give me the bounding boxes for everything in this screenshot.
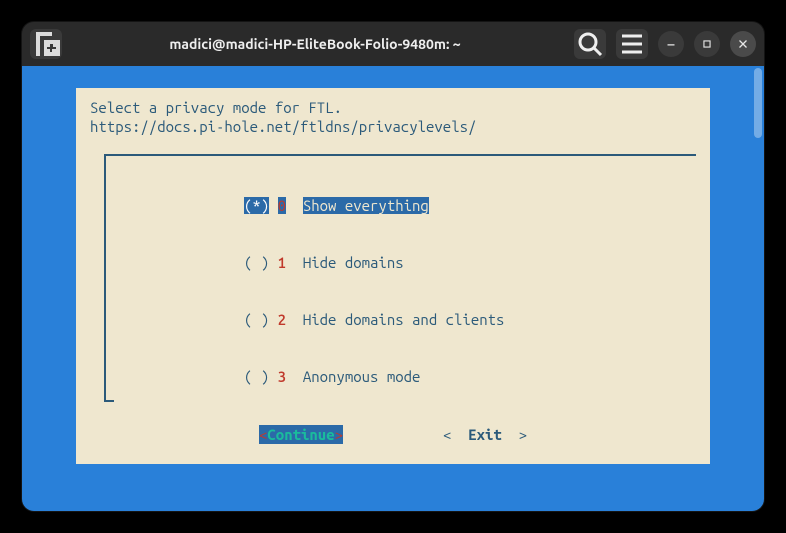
terminal-area: Select a privacy mode for FTL. https://d… xyxy=(22,66,764,511)
radio-indicator: ( ) xyxy=(244,368,269,385)
terminal-window: madici@madici-HP-EliteBook-Folio-9480m: … xyxy=(22,22,764,511)
radio-option-list: (*) 0 Show everything ( ) 1 Hide domains… xyxy=(244,158,504,424)
hamburger-icon xyxy=(616,28,648,60)
exit-button-label: Exit xyxy=(468,426,502,443)
maximize-button[interactable] xyxy=(694,31,720,57)
window-title: madici@madici-HP-EliteBook-Folio-9480m: … xyxy=(68,36,562,52)
radio-indicator: ( ) xyxy=(244,311,269,328)
option-number: 3 xyxy=(278,368,286,385)
angle-right-icon: > xyxy=(335,426,343,443)
option-number: 2 xyxy=(278,311,286,328)
maximize-icon xyxy=(700,37,714,51)
frame-border-top xyxy=(104,154,696,156)
dialog-button-row: <Continue> < Exit > xyxy=(76,425,710,444)
option-3[interactable]: ( ) 3 Anonymous mode xyxy=(244,367,504,386)
frame-border-left xyxy=(104,154,106,402)
menu-button[interactable] xyxy=(616,29,648,59)
option-label: Show everything xyxy=(303,197,429,214)
scrollbar-thumb[interactable] xyxy=(754,68,762,138)
search-icon xyxy=(574,28,606,60)
continue-button-label: Continue xyxy=(267,426,334,443)
close-button[interactable] xyxy=(730,31,756,57)
radio-indicator: ( ) xyxy=(244,254,269,271)
option-number: 0 xyxy=(278,197,286,214)
titlebar: madici@madici-HP-EliteBook-Folio-9480m: … xyxy=(22,22,764,66)
new-tab-icon xyxy=(30,28,62,60)
option-label: Anonymous mode xyxy=(303,368,421,385)
radio-indicator: (*) xyxy=(244,197,269,214)
search-button[interactable] xyxy=(574,29,606,59)
dialog-prompt-line1: Select a privacy mode for FTL. xyxy=(90,98,696,117)
frame-border-notch xyxy=(104,400,114,402)
continue-button[interactable]: <Continue> xyxy=(259,425,343,444)
exit-button[interactable]: < Exit > xyxy=(443,425,527,444)
minimize-button[interactable] xyxy=(658,31,684,57)
new-tab-button[interactable] xyxy=(30,29,62,59)
whiptail-dialog: Select a privacy mode for FTL. https://d… xyxy=(76,88,710,464)
minimize-icon xyxy=(664,37,678,51)
option-label: Hide domains xyxy=(303,254,404,271)
close-icon xyxy=(736,37,750,51)
option-label: Hide domains and clients xyxy=(303,311,505,328)
dialog-prompt-line2: https://docs.pi-hole.net/ftldns/privacyl… xyxy=(90,117,696,136)
option-1[interactable]: ( ) 1 Hide domains xyxy=(244,253,504,272)
scrollbar[interactable] xyxy=(752,68,762,509)
option-0[interactable]: (*) 0 Show everything xyxy=(244,196,504,215)
option-2[interactable]: ( ) 2 Hide domains and clients xyxy=(244,310,504,329)
option-number: 1 xyxy=(278,254,286,271)
